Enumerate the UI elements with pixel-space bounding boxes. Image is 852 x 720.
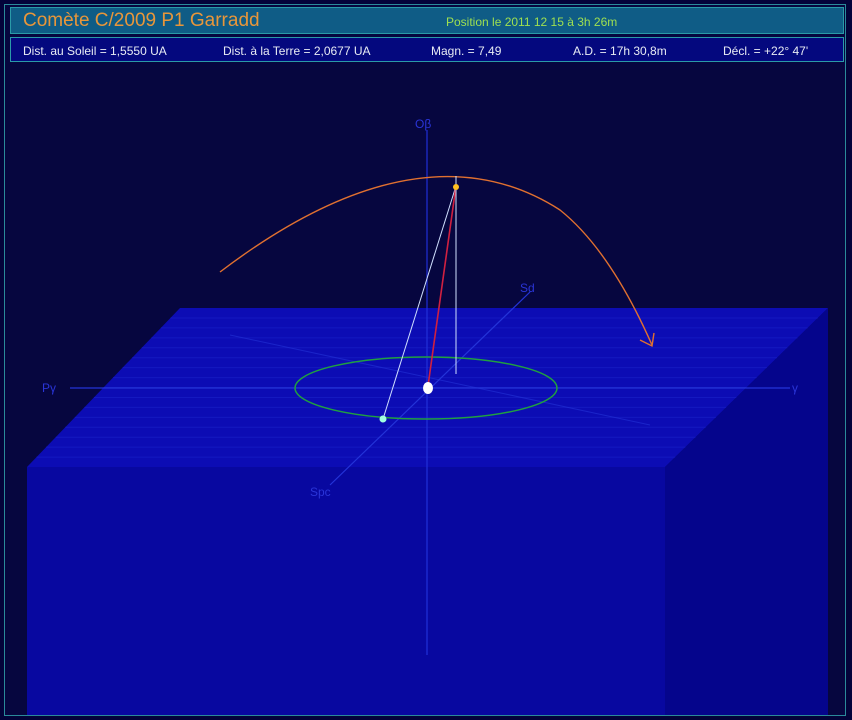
axis-label-top: Oβ (415, 117, 431, 131)
position-date: Position le 2011 12 15 à 3h 26m (446, 15, 618, 29)
comet-marker (453, 184, 459, 190)
info-bar: Dist. au Soleil = 1,5550 UA Dist. à la T… (10, 37, 844, 62)
axis-label-right: γ (792, 381, 798, 395)
title-bar: Comète C/2009 P1 Garradd Position le 201… (10, 7, 844, 34)
axis-label-left: Pγ (42, 381, 56, 395)
right-ascension: A.D. = 17h 30,8m (573, 44, 667, 58)
magnitude: Magn. = 7,49 (431, 44, 502, 58)
earth-marker (379, 415, 387, 423)
declination: Décl. = +22° 47' (723, 44, 809, 58)
distance-earth: Dist. à la Terre = 2,0677 UA (223, 44, 371, 58)
axis-label-front: Spc (310, 485, 331, 499)
sun-marker (423, 382, 433, 394)
axis-label-back: Sd (520, 281, 535, 295)
ecliptic-box-front (27, 467, 665, 715)
orbit-3d-view: Oβ Pγ γ Sd Spc (27, 117, 828, 715)
comet-title: Comète C/2009 P1 Garradd (23, 10, 260, 31)
distance-sun: Dist. au Soleil = 1,5550 UA (23, 44, 167, 58)
